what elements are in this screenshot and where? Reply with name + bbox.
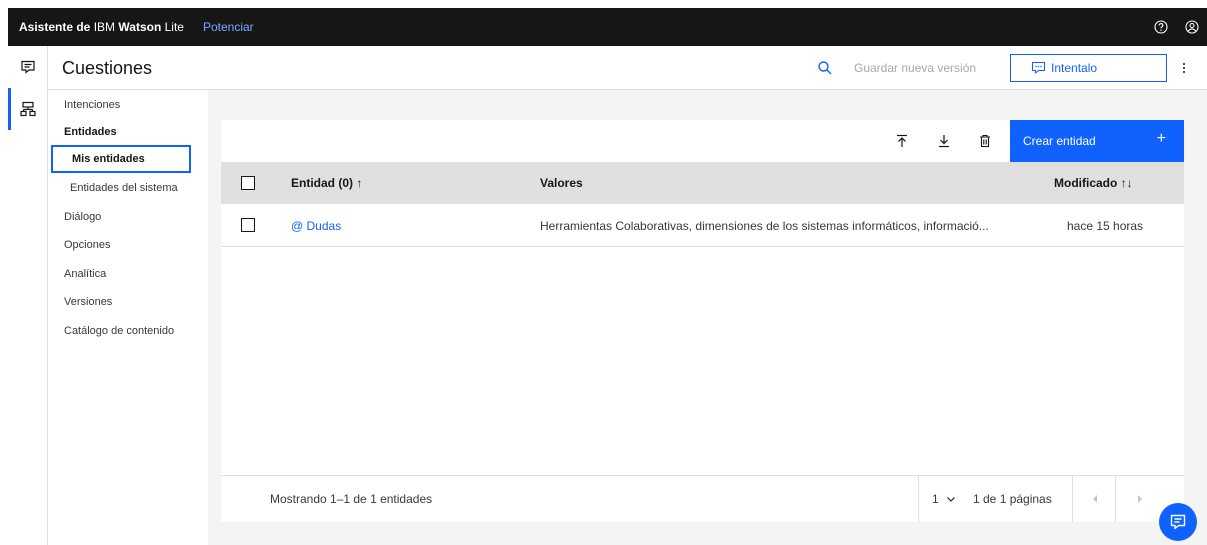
- create-entity-label: Crear entidad: [1023, 134, 1096, 148]
- entities-table: Crear entidad + Entidad (0) ↑ Valores Mo…: [221, 120, 1184, 523]
- entity-link[interactable]: @ Dudas: [291, 219, 341, 233]
- skills-tree-icon[interactable]: [8, 88, 48, 130]
- column-values: Valores: [540, 176, 583, 190]
- table-header-row: Entidad (0) ↑ Valores Modificado ↑↓: [221, 162, 1184, 204]
- page-title: Cuestiones: [62, 58, 153, 78]
- brand-plan: Lite: [164, 20, 184, 34]
- brand-title[interactable]: Asistente de IBM Watson Lite: [8, 20, 184, 34]
- table-row: @ Dudas Herramientas Colaborativas, dime…: [221, 204, 1184, 247]
- nav-content-catalog[interactable]: Catálogo de contenido: [64, 325, 174, 337]
- entity-values: Herramientas Colaborativas, dimensiones …: [540, 219, 989, 233]
- help-icon[interactable]: [1145, 8, 1176, 46]
- divider: [918, 476, 919, 523]
- brand-prefix: Asistente de: [19, 20, 91, 34]
- plus-icon: +: [1156, 130, 1166, 147]
- nav-options[interactable]: Opciones: [64, 239, 110, 251]
- nav-intents[interactable]: Intenciones: [64, 99, 120, 111]
- app-window: Asistente de IBM Watson Lite Potenciar C…: [0, 0, 1207, 545]
- search-icon[interactable]: [816, 59, 834, 77]
- prev-page-icon[interactable]: [1091, 493, 1099, 507]
- page-header: Cuestiones Guardar nueva versión Intenta…: [48, 46, 1207, 90]
- upload-icon[interactable]: [893, 132, 911, 150]
- skill-side-nav: Intenciones Entidades Mis entidades Enti…: [48, 90, 208, 545]
- nav-entities[interactable]: Entidades: [64, 126, 117, 138]
- nav-versions[interactable]: Versiones: [64, 296, 112, 308]
- page-select[interactable]: 1: [932, 492, 956, 506]
- create-entity-button[interactable]: Crear entidad +: [1010, 120, 1184, 162]
- page-count: 1 de 1 páginas: [973, 492, 1052, 506]
- entity-modified: hace 15 horas: [1067, 219, 1144, 233]
- top-bar: Asistente de IBM Watson Lite Potenciar: [8, 8, 1207, 46]
- page-select-value: 1: [932, 492, 939, 506]
- upgrade-link[interactable]: Potenciar: [203, 20, 254, 34]
- save-new-version-button[interactable]: Guardar nueva versión: [854, 61, 976, 75]
- nav-system-entities[interactable]: Entidades del sistema: [51, 174, 191, 202]
- select-all-checkbox[interactable]: [241, 176, 255, 190]
- divider: [1115, 476, 1116, 523]
- pagination-summary: Mostrando 1–1 de 1 entidades: [270, 492, 433, 506]
- nav-analytics[interactable]: Analítica: [64, 268, 106, 280]
- nav-my-entities[interactable]: Mis entidades: [51, 145, 191, 173]
- delete-icon[interactable]: [976, 132, 994, 150]
- user-avatar-icon[interactable]: [1176, 8, 1207, 46]
- brand-ibm: IBM: [93, 20, 116, 34]
- overflow-menu-icon[interactable]: [1176, 59, 1192, 77]
- chevron-down-icon: [947, 497, 955, 502]
- chat-bubble-icon: [1031, 61, 1046, 74]
- try-it-button[interactable]: Intentalo: [1010, 54, 1167, 82]
- column-entity-sort[interactable]: Entidad (0) ↑: [291, 176, 362, 190]
- top-bar-actions: [1145, 8, 1207, 46]
- assistant-chat-icon[interactable]: [8, 46, 48, 88]
- chat-icon: [1170, 514, 1186, 530]
- table-toolbar: Crear entidad +: [221, 120, 1184, 162]
- next-page-icon[interactable]: [1136, 493, 1144, 507]
- try-it-label: Intentalo: [1051, 61, 1098, 75]
- divider: [1072, 476, 1073, 523]
- nav-dialog[interactable]: Diálogo: [64, 211, 101, 223]
- download-icon[interactable]: [935, 132, 953, 150]
- pagination-bar: Mostrando 1–1 de 1 entidades 1 1 de 1 pá…: [221, 475, 1184, 523]
- row-checkbox[interactable]: [241, 218, 255, 232]
- chat-launcher-button[interactable]: [1159, 503, 1197, 541]
- main-content: Crear entidad + Entidad (0) ↑ Valores Mo…: [208, 90, 1207, 545]
- brand-watson: Watson: [118, 20, 162, 34]
- left-rail: [8, 46, 48, 545]
- column-modified-sort[interactable]: Modificado ↑↓: [1054, 176, 1133, 190]
